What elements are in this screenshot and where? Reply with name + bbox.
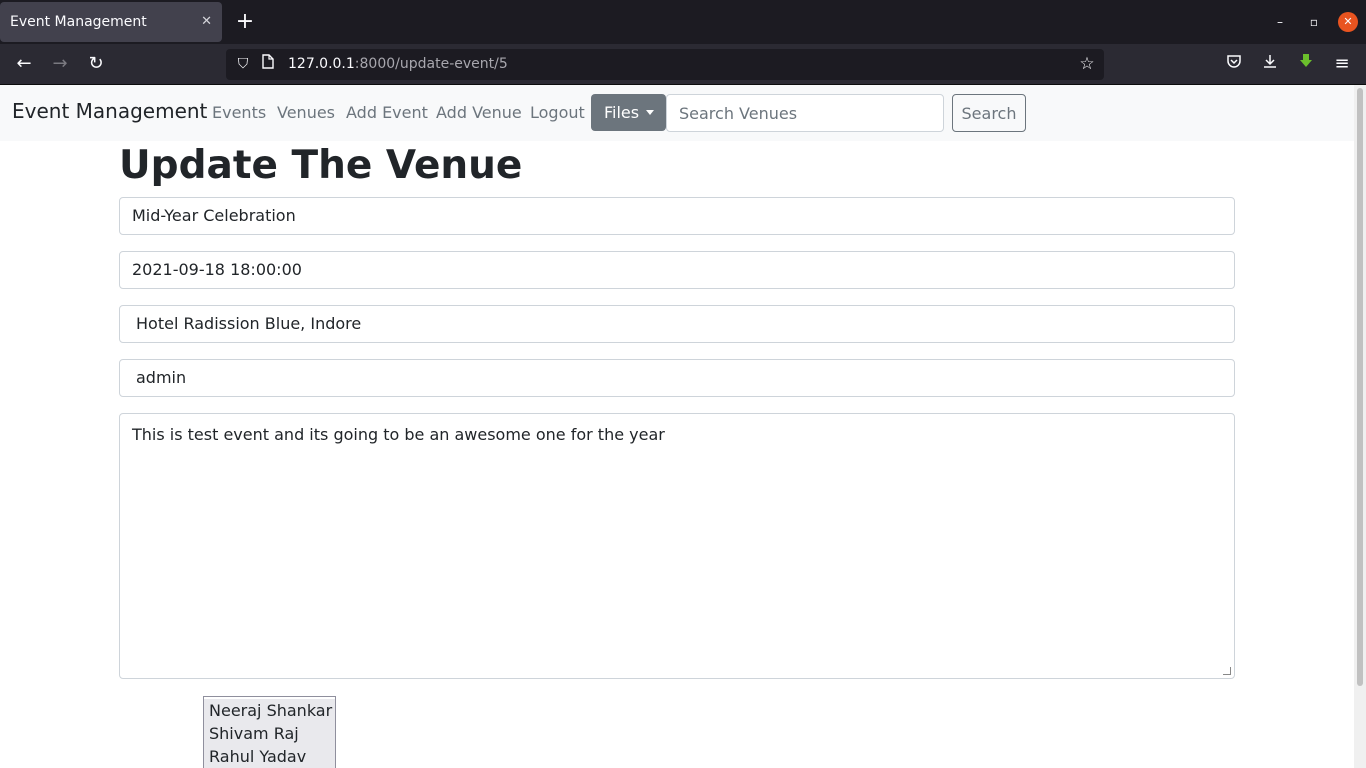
maximize-icon[interactable]: ▫ — [1304, 12, 1324, 32]
files-dropdown-button[interactable]: Files — [591, 94, 666, 131]
close-window-icon[interactable]: ✕ — [1338, 12, 1358, 32]
site-brand[interactable]: Event Management — [12, 99, 207, 123]
nav-link-logout[interactable]: Logout — [530, 103, 585, 122]
shield-icon[interactable]: ⛉ — [234, 54, 252, 74]
back-arrow-icon[interactable]: ← — [12, 52, 36, 76]
bookmark-star-icon[interactable]: ☆ — [1076, 53, 1098, 75]
address-bar[interactable]: ⛉ 127.0.0.1:8000/update-event/5 ☆ — [226, 49, 1104, 80]
page-scrollbar[interactable] — [1354, 85, 1366, 768]
resize-grip-icon[interactable] — [1223, 667, 1231, 675]
tab-title: Event Management — [10, 14, 147, 30]
attendees-multiselect[interactable]: Neeraj Shankar Shivam Raj Rahul Yadav — [203, 696, 336, 768]
search-venues-input[interactable] — [666, 94, 944, 132]
new-tab-icon[interactable]: + — [234, 8, 256, 36]
description-text: This is test event and its going to be a… — [132, 425, 665, 444]
attendee-option[interactable]: Neeraj Shankar — [204, 699, 335, 722]
forward-arrow-icon[interactable]: → — [48, 52, 72, 76]
url-path: :8000/update-event/5 — [354, 56, 508, 72]
url-text[interactable]: 127.0.0.1:8000/update-event/5 — [288, 49, 508, 80]
attendee-option[interactable]: Shivam Raj — [204, 722, 335, 745]
event-date-field[interactable]: 2021-09-18 18:00:00 — [119, 251, 1235, 289]
nav-link-events[interactable]: Events — [212, 103, 266, 122]
nav-link-add-event[interactable]: Add Event — [346, 103, 428, 122]
extension-download-icon[interactable] — [1294, 52, 1318, 76]
browser-tab[interactable]: Event Management ✕ — [0, 2, 222, 42]
page-viewport: Event Management Events Venues Add Event… — [0, 85, 1366, 768]
tab-close-icon[interactable]: ✕ — [201, 2, 212, 42]
browser-toolbar: ← → ↻ ⛉ 127.0.0.1:8000/update-event/5 ☆ … — [0, 44, 1366, 85]
page-title: Update The Venue — [119, 143, 523, 188]
minimize-icon[interactable]: – — [1270, 12, 1290, 32]
venue-select[interactable]: Hotel Radission Blue, Indore — [119, 305, 1235, 343]
nav-link-add-venue[interactable]: Add Venue — [436, 103, 522, 122]
hamburger-menu-icon[interactable]: ≡ — [1330, 52, 1354, 76]
description-textarea[interactable]: This is test event and its going to be a… — [119, 413, 1235, 679]
url-host: 127.0.0.1 — [288, 56, 355, 72]
event-name-field[interactable]: Mid-Year Celebration — [119, 197, 1235, 235]
pocket-icon[interactable] — [1222, 52, 1246, 76]
caret-down-icon — [646, 110, 655, 115]
attendee-option[interactable]: Rahul Yadav — [204, 745, 335, 768]
download-icon[interactable] — [1258, 52, 1282, 76]
page-icon[interactable] — [262, 54, 276, 74]
reload-icon[interactable]: ↻ — [84, 52, 108, 76]
files-label: Files — [604, 103, 640, 122]
site-navbar: Event Management Events Venues Add Event… — [0, 85, 1354, 141]
scrollbar-thumb[interactable] — [1357, 88, 1363, 686]
nav-link-venues[interactable]: Venues — [277, 103, 335, 122]
manager-select[interactable]: admin — [119, 359, 1235, 397]
browser-tab-bar: Event Management ✕ + – ▫ ✕ — [0, 0, 1366, 44]
search-button[interactable]: Search — [952, 94, 1026, 132]
